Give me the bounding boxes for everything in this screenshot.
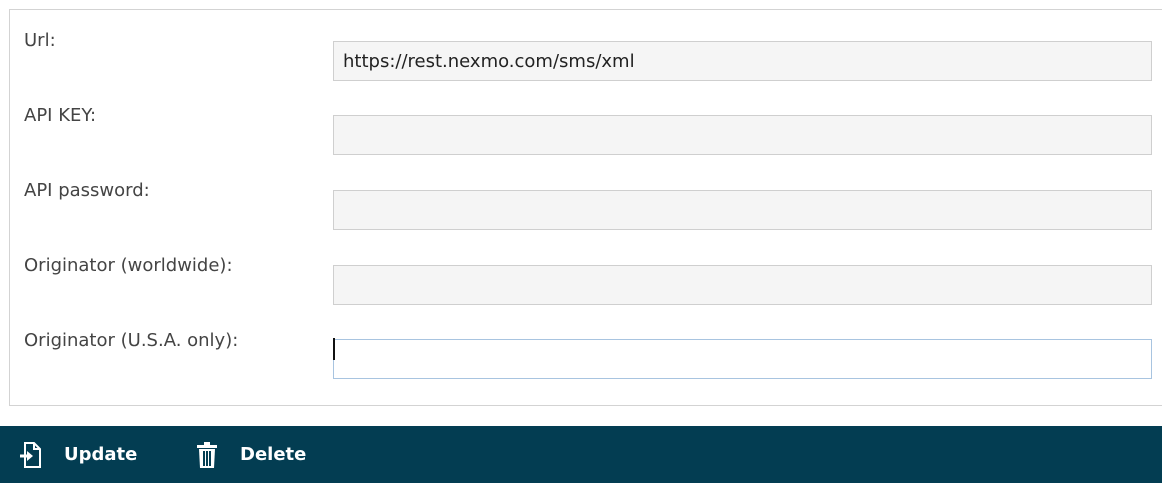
delete-button[interactable]: Delete (196, 426, 306, 483)
text-caret (333, 338, 335, 360)
update-label: Update (64, 444, 138, 465)
document-arrow-icon (20, 441, 42, 469)
originator-usa-input[interactable] (333, 339, 1152, 379)
originator-usa-label: Originator (U.S.A. only): (24, 330, 239, 351)
trash-icon (196, 441, 218, 469)
originator-worldwide-label: Originator (worldwide): (24, 255, 233, 276)
settings-form-panel: Url: API KEY: API password: Originator (… (9, 9, 1162, 406)
api-key-label: API KEY: (24, 105, 97, 126)
api-password-input[interactable] (333, 190, 1152, 230)
update-button[interactable]: Update (20, 426, 137, 483)
api-password-label: API password: (24, 180, 150, 201)
action-toolbar: Update Delete (0, 426, 1162, 483)
api-key-input[interactable] (333, 115, 1152, 155)
url-label: Url: (24, 30, 56, 51)
delete-label: Delete (240, 444, 307, 465)
url-input[interactable] (333, 41, 1152, 81)
originator-worldwide-input[interactable] (333, 265, 1152, 305)
